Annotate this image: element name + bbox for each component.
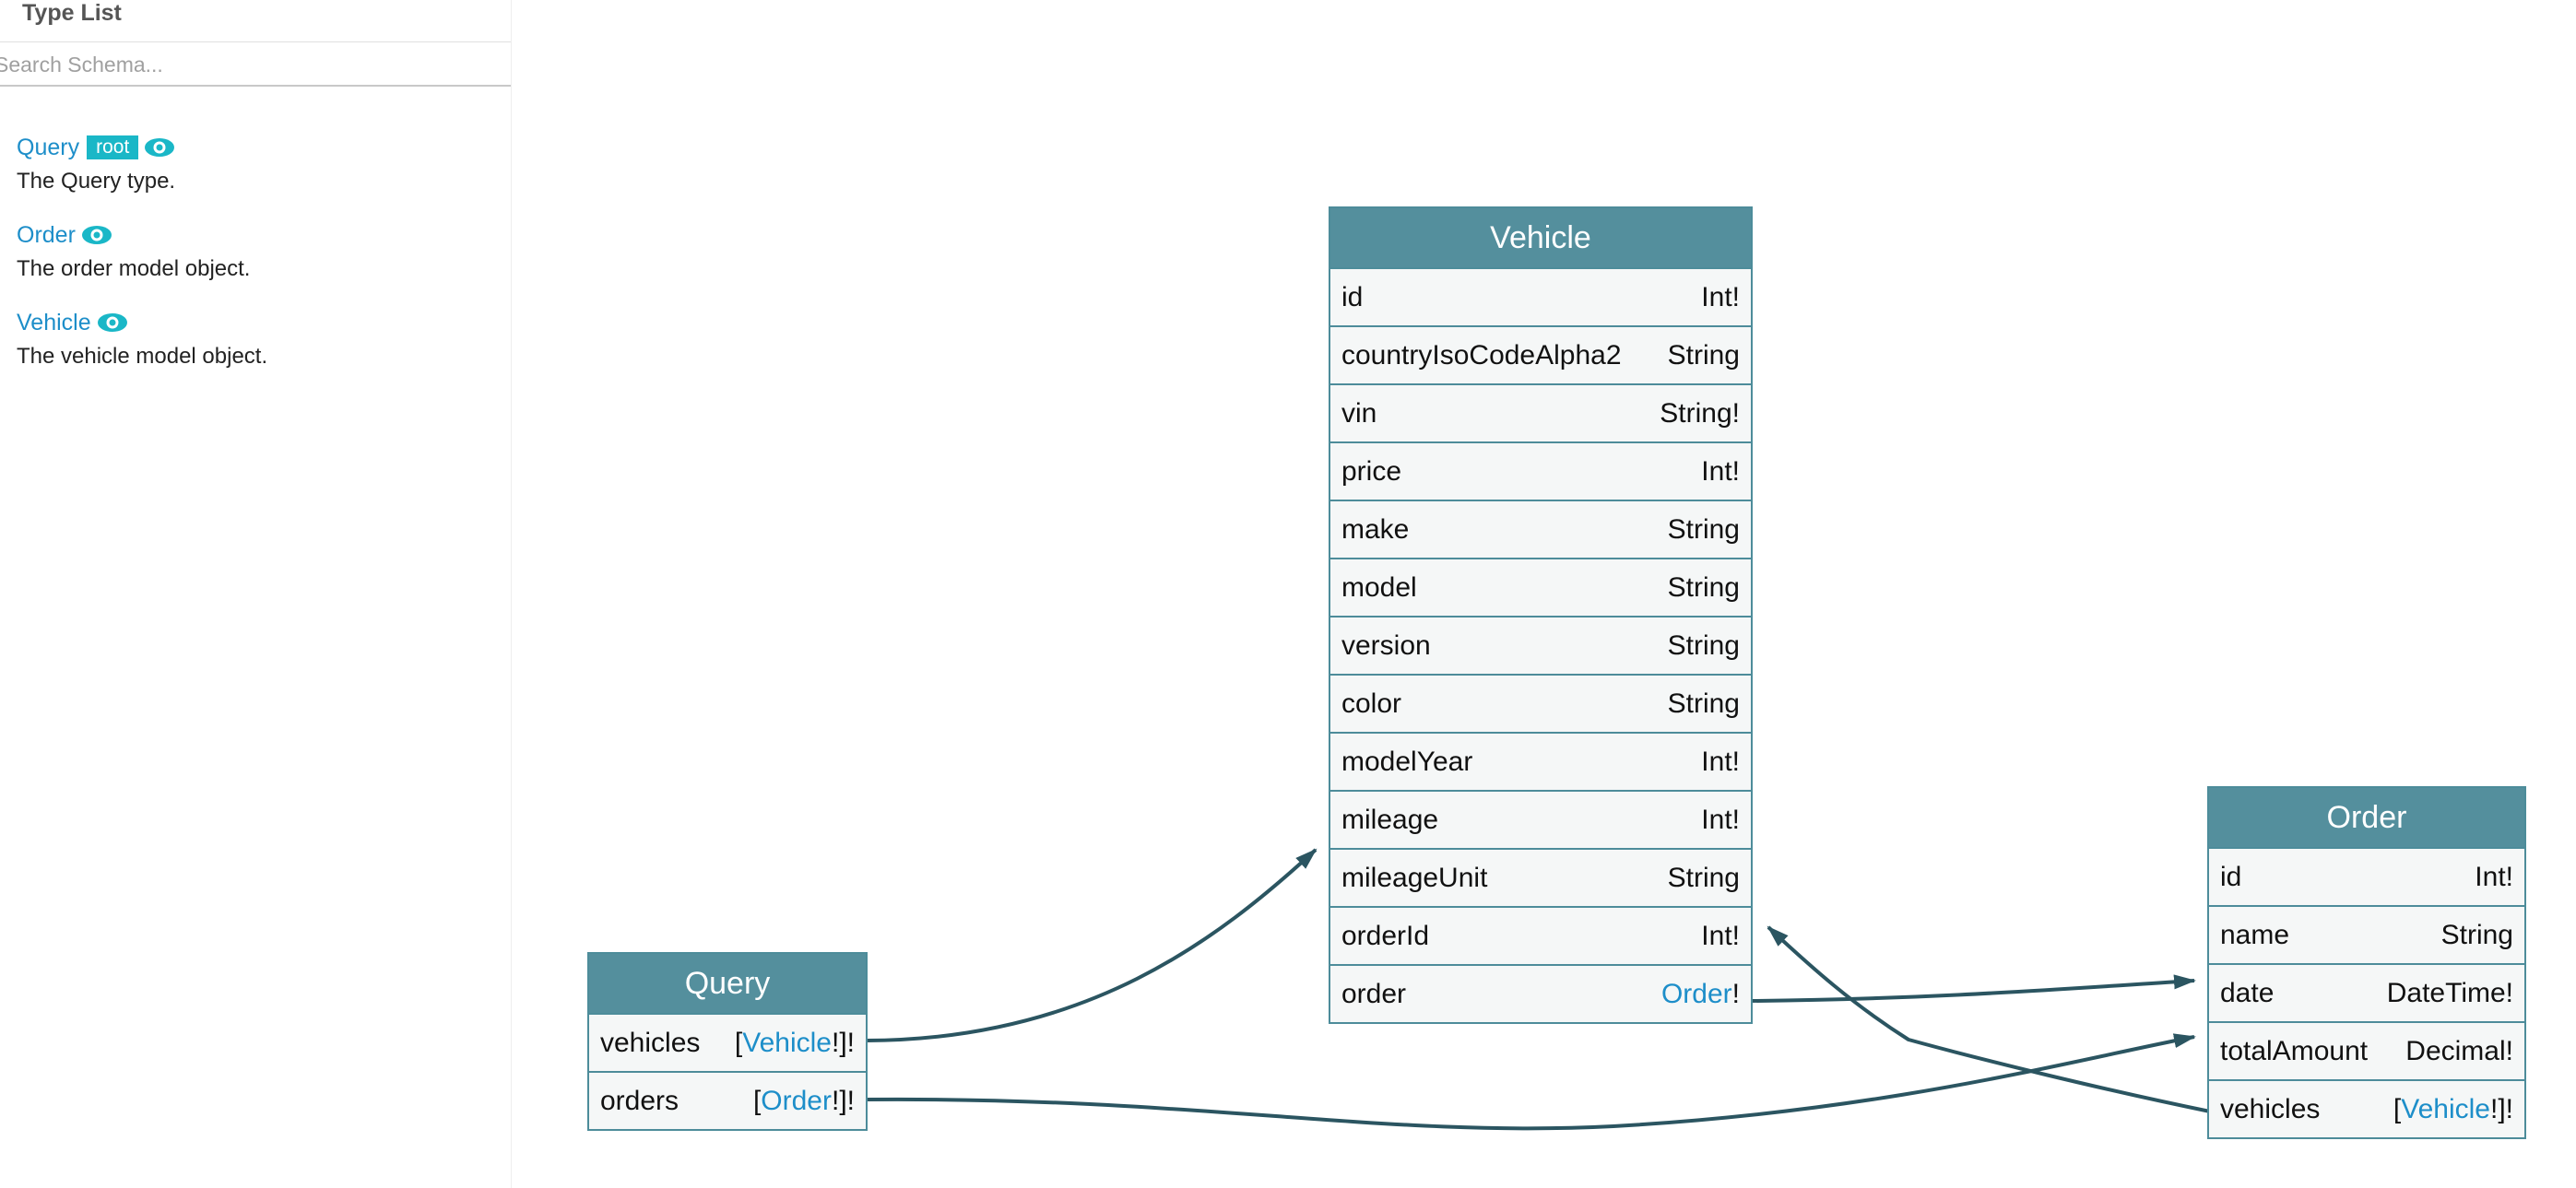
field-type: Int!	[1701, 281, 1740, 312]
node-title: Order	[2209, 788, 2524, 847]
field-row[interactable]: id Int!	[2209, 847, 2524, 905]
field-type: [Vehicle!]!	[2393, 1094, 2513, 1125]
field-type: String	[2440, 919, 2513, 950]
node-query[interactable]: Query vehicles [Vehicle!]! orders [Order…	[587, 952, 868, 1131]
field-row[interactable]: order Order!	[1330, 964, 1751, 1022]
field-name: date	[2220, 977, 2275, 1008]
node-title: Vehicle	[1330, 208, 1751, 267]
type-link-order[interactable]: Order	[1661, 979, 1732, 1009]
sidebar-divider	[0, 41, 511, 42]
type-link-order[interactable]: Order	[761, 1086, 832, 1116]
field-row[interactable]: version String	[1330, 616, 1751, 674]
field-name: orderId	[1341, 920, 1430, 951]
eye-icon[interactable]	[144, 136, 175, 159]
field-row[interactable]: mileage Int!	[1330, 790, 1751, 848]
field-type: Int!	[2475, 861, 2513, 892]
field-type: Order!	[1661, 979, 1740, 1010]
field-name: color	[1341, 688, 1402, 719]
field-name: totalAmount	[2220, 1035, 2369, 1066]
type-list-item-header: Query root	[17, 132, 496, 163]
field-name: make	[1341, 513, 1410, 545]
type-suffix: !	[1731, 978, 1740, 1009]
field-name: version	[1341, 629, 1431, 661]
type-suffix: !]!	[831, 1085, 855, 1116]
type-list-item-vehicle: Vehicle The vehicle model object.	[17, 307, 496, 370]
type-list-sidebar: Type List Query root The Query type.	[0, 0, 512, 1188]
field-type: String!	[1660, 397, 1740, 429]
app-root: Type List Query root The Query type.	[0, 0, 2576, 1188]
search-schema-input[interactable]	[0, 44, 511, 87]
field-row[interactable]: color String	[1330, 674, 1751, 732]
node-order[interactable]: Order id Int! name String date DateTime!…	[2207, 786, 2526, 1139]
field-row[interactable]: modelYear Int!	[1330, 732, 1751, 790]
type-list-item-header: Order	[17, 219, 496, 251]
eye-icon[interactable]	[81, 224, 112, 246]
field-row[interactable]: name String	[2209, 905, 2524, 963]
type-link-query[interactable]: Query	[17, 135, 79, 161]
field-type: Decimal!	[2405, 1035, 2513, 1066]
field-name: model	[1341, 571, 1417, 603]
field-type: String	[1667, 629, 1740, 661]
field-name: price	[1341, 455, 1402, 487]
field-row[interactable]: totalAmount Decimal!	[2209, 1021, 2524, 1079]
field-type: String	[1667, 339, 1740, 371]
field-type: Int!	[1701, 746, 1740, 777]
field-name: orders	[600, 1085, 679, 1116]
field-type: String	[1667, 513, 1740, 545]
node-vehicle[interactable]: Vehicle id Int! countryIsoCodeAlpha2 Str…	[1329, 206, 1753, 1024]
field-type: DateTime!	[2386, 977, 2513, 1008]
field-type: Int!	[1701, 455, 1740, 487]
field-name: vehicles	[2220, 1093, 2321, 1124]
field-name: order	[1341, 978, 1407, 1009]
type-description: The Query type.	[17, 169, 176, 194]
sidebar-title: Type List	[22, 0, 122, 26]
field-name: vehicles	[600, 1027, 701, 1058]
type-suffix: !]!	[2489, 1093, 2513, 1124]
field-name: id	[1341, 281, 1364, 312]
field-name: vin	[1341, 397, 1377, 429]
field-row[interactable]: date DateTime!	[2209, 963, 2524, 1021]
type-prefix: [	[2393, 1093, 2402, 1124]
field-row[interactable]: orders [Order!]!	[589, 1071, 866, 1129]
type-link-vehicle[interactable]: Vehicle	[2401, 1094, 2490, 1124]
field-name: id	[2220, 861, 2242, 892]
field-name: mileage	[1341, 804, 1439, 835]
type-description: The order model object.	[17, 256, 251, 281]
type-link-order[interactable]: Order	[17, 222, 76, 249]
type-description: The vehicle model object.	[17, 344, 268, 369]
eye-icon[interactable]	[97, 312, 128, 334]
type-list-item-order: Order The order model object.	[17, 219, 496, 282]
field-name: modelYear	[1341, 746, 1473, 777]
field-type: String	[1667, 571, 1740, 603]
field-type: String	[1667, 862, 1740, 893]
type-prefix: [	[734, 1027, 743, 1058]
field-type: Int!	[1701, 804, 1740, 835]
field-row[interactable]: vin String!	[1330, 383, 1751, 441]
field-row[interactable]: mileageUnit String	[1330, 848, 1751, 906]
field-row[interactable]: price Int!	[1330, 441, 1751, 500]
node-title: Query	[589, 954, 866, 1013]
field-row[interactable]: orderId Int!	[1330, 906, 1751, 964]
field-row[interactable]: vehicles [Vehicle!]!	[589, 1013, 866, 1071]
type-list-item-header: Vehicle	[17, 307, 496, 338]
field-type: String	[1667, 688, 1740, 719]
field-row[interactable]: model String	[1330, 558, 1751, 616]
field-row[interactable]: make String	[1330, 500, 1751, 558]
field-type: [Vehicle!]!	[735, 1028, 855, 1059]
field-row[interactable]: countryIsoCodeAlpha2 String	[1330, 325, 1751, 383]
type-suffix: !]!	[831, 1027, 855, 1058]
field-name: mileageUnit	[1341, 862, 1488, 893]
field-name: countryIsoCodeAlpha2	[1341, 339, 1622, 371]
type-link-vehicle[interactable]: Vehicle	[17, 310, 91, 336]
field-type: [Order!]!	[753, 1086, 855, 1117]
root-badge: root	[87, 135, 139, 159]
type-link-vehicle[interactable]: Vehicle	[742, 1028, 832, 1058]
field-row[interactable]: vehicles [Vehicle!]!	[2209, 1079, 2524, 1137]
field-name: name	[2220, 919, 2290, 950]
field-row[interactable]: id Int!	[1330, 267, 1751, 325]
field-type: Int!	[1701, 920, 1740, 951]
type-list-item-query: Query root The Query type.	[17, 132, 496, 194]
